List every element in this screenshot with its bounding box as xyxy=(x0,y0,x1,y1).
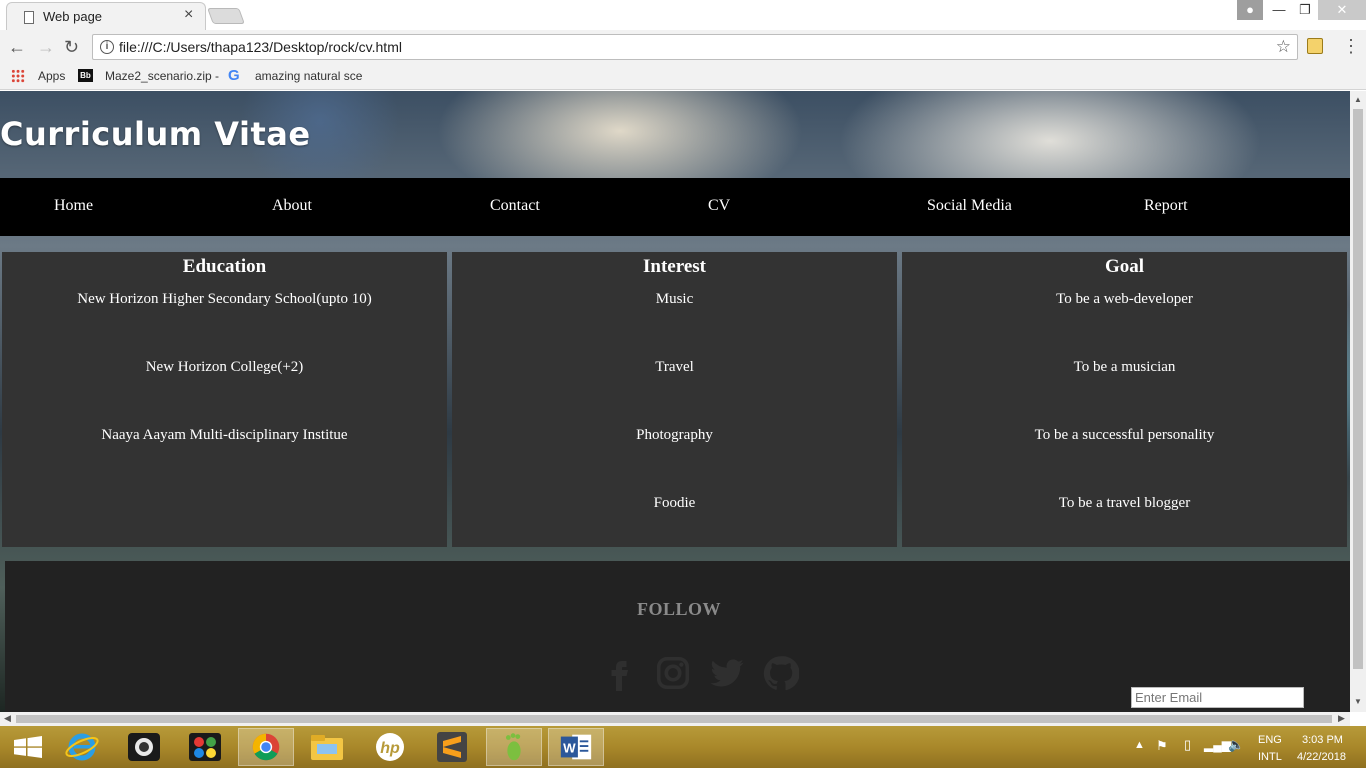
info-icon[interactable]: i xyxy=(100,40,114,54)
goal-item: To be a travel blogger xyxy=(1058,495,1191,511)
scroll-right-icon[interactable]: ▶ xyxy=(1338,713,1345,724)
facebook-icon[interactable] xyxy=(601,655,637,691)
goal-item: To be a web-developer xyxy=(1056,291,1193,307)
clock-time[interactable]: 3:03 PM xyxy=(1302,734,1343,746)
nav-about[interactable]: About xyxy=(272,197,312,215)
instagram-icon[interactable] xyxy=(655,655,691,691)
bookmark-natural-scenery[interactable]: amazing natural sce xyxy=(255,69,365,83)
action-center-flag-icon[interactable]: ⚑ xyxy=(1156,738,1168,754)
sublime-text-icon[interactable] xyxy=(424,728,480,766)
interest-item: Photography xyxy=(636,427,713,443)
footprint-app-icon[interactable] xyxy=(486,728,542,766)
bb-icon: Bb xyxy=(78,69,93,82)
tab-close-icon[interactable]: × xyxy=(184,7,193,23)
page-viewport: Curriculum Vitae Home About Contact CV S… xyxy=(0,91,1350,712)
google-icon: G xyxy=(228,67,240,84)
browser-tab[interactable]: Web page × xyxy=(6,2,206,30)
svg-text:W: W xyxy=(563,741,576,756)
chrome-icon[interactable] xyxy=(238,728,294,766)
browser-toolbar: ← → ↻ i file:///C:/Users/thapa123/Deskto… xyxy=(0,30,1366,64)
interest-item: Music xyxy=(655,291,694,307)
interest-item: Foodie xyxy=(653,495,696,511)
goal-panel: Goal To be a web-developer To be a music… xyxy=(902,252,1347,547)
footer: FOLLOW xyxy=(5,561,1350,712)
vertical-scrollbar[interactable]: ▲ ▼ xyxy=(1350,91,1366,712)
file-explorer-icon[interactable] xyxy=(299,728,355,766)
input-language[interactable]: ENG xyxy=(1258,734,1282,746)
education-item: New Horizon College(+2) xyxy=(145,359,304,375)
forward-arrow-icon[interactable]: → xyxy=(37,36,55,58)
start-icon[interactable] xyxy=(0,728,56,766)
horizontal-scroll-thumb[interactable] xyxy=(16,715,1332,723)
page-title: Curriculum Vitae xyxy=(0,115,311,153)
volume-icon[interactable]: 🔈 xyxy=(1228,737,1244,753)
battery-icon[interactable]: ▯ xyxy=(1184,737,1191,753)
bookmark-star-icon[interactable]: ☆ xyxy=(1276,37,1291,57)
svg-text:hp: hp xyxy=(380,740,400,757)
interest-heading: Interest xyxy=(643,256,706,277)
maximize-button[interactable]: ❐ xyxy=(1292,0,1318,20)
interest-item: Travel xyxy=(655,359,694,375)
windows-taskbar: hp W ▲ ⚑ ▯ ▂▄▆ 🔈 ENG INTL 3:03 PM 4/22/2… xyxy=(0,726,1366,768)
goal-item: To be a successful personality xyxy=(1034,427,1215,443)
tab-strip: Web page × ● — ❐ ✕ xyxy=(0,0,1366,30)
back-arrow-icon[interactable]: ← xyxy=(8,36,26,58)
minimize-button[interactable]: — xyxy=(1266,0,1292,20)
tray-expand-icon[interactable]: ▲ xyxy=(1134,739,1145,751)
extension-icon[interactable] xyxy=(1307,38,1323,54)
network-signal-icon[interactable]: ▂▄▆ xyxy=(1204,738,1231,752)
tab-title: Web page xyxy=(43,9,103,24)
user-profile-icon[interactable]: ● xyxy=(1237,0,1263,20)
education-panel: Education New Horizon Higher Secondary S… xyxy=(2,252,447,547)
education-heading: Education xyxy=(182,256,267,277)
education-item: New Horizon Higher Secondary School(upto… xyxy=(77,291,372,307)
word-icon[interactable]: W xyxy=(548,728,604,766)
close-window-button[interactable]: ✕ xyxy=(1318,0,1366,20)
apps-grid-icon[interactable] xyxy=(11,69,25,83)
twitter-icon[interactable] xyxy=(709,655,745,691)
interest-panel: Interest Music Travel Photography Foodie xyxy=(452,252,897,547)
site-navbar: Home About Contact CV Social Media Repor… xyxy=(0,178,1350,236)
goal-heading: Goal xyxy=(1104,256,1145,277)
scroll-left-icon[interactable]: ◀ xyxy=(4,713,11,724)
nav-home[interactable]: Home xyxy=(54,197,93,215)
scroll-up-icon[interactable]: ▲ xyxy=(1354,95,1362,104)
camera-app-icon[interactable] xyxy=(116,728,172,766)
paint-app-icon[interactable] xyxy=(177,728,233,766)
clock-date[interactable]: 4/22/2018 xyxy=(1297,751,1346,763)
address-bar[interactable]: i file:///C:/Users/thapa123/Desktop/rock… xyxy=(92,34,1298,60)
vertical-scroll-thumb[interactable] xyxy=(1353,109,1363,669)
email-input[interactable] xyxy=(1131,687,1304,708)
nav-contact[interactable]: Contact xyxy=(490,197,540,215)
page-icon xyxy=(24,11,34,24)
goal-item: To be a musician xyxy=(1073,359,1176,375)
hp-icon[interactable]: hp xyxy=(362,728,418,766)
github-icon[interactable] xyxy=(763,655,799,691)
nav-report[interactable]: Report xyxy=(1144,197,1188,215)
url-text[interactable]: file:///C:/Users/thapa123/Desktop/rock/c… xyxy=(119,39,402,55)
scroll-down-icon[interactable]: ▼ xyxy=(1354,697,1362,706)
reload-icon[interactable]: ↻ xyxy=(64,36,79,58)
menu-kebab-icon[interactable]: ⋮ xyxy=(1342,35,1360,57)
internet-explorer-icon[interactable] xyxy=(54,728,110,766)
bookmark-apps[interactable]: Apps xyxy=(38,69,65,83)
new-tab-button[interactable] xyxy=(207,8,245,24)
education-item: Naaya Aayam Multi-disciplinary Institue xyxy=(101,427,348,443)
horizontal-scrollbar[interactable]: ◀ ▶ xyxy=(0,712,1350,726)
bookmarks-bar: Apps Bb Maze2_scenario.zip - G amazing n… xyxy=(0,64,1366,90)
follow-heading: FOLLOW xyxy=(637,599,722,619)
bookmark-maze2[interactable]: Maze2_scenario.zip - xyxy=(105,69,219,83)
nav-social-media[interactable]: Social Media xyxy=(927,197,1012,215)
keyboard-layout[interactable]: INTL xyxy=(1258,751,1282,763)
nav-cv[interactable]: CV xyxy=(708,197,730,215)
